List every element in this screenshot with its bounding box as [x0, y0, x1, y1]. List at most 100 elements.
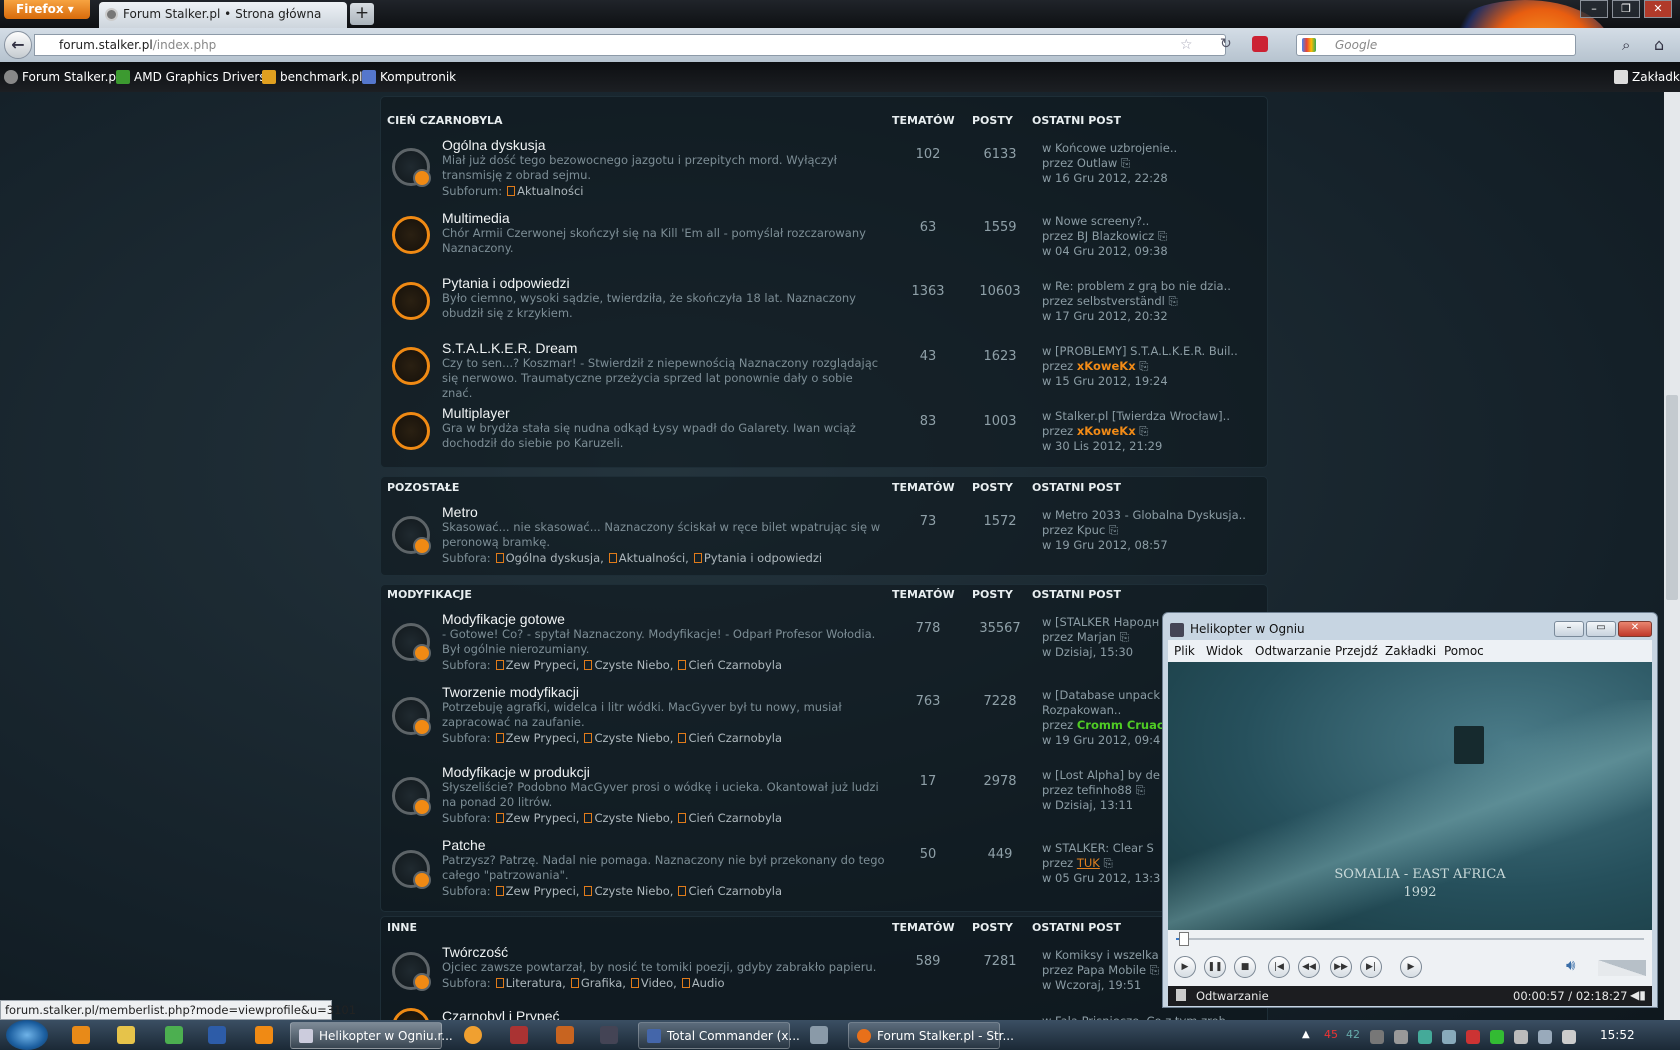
subforum-link[interactable]: Cień Czarnobyla [673, 731, 782, 745]
subforum-link[interactable]: Czyste Niebo, [579, 731, 673, 745]
bookmark-star-icon[interactable]: ☆ [1180, 37, 1193, 53]
utorrent-icon[interactable] [165, 1026, 183, 1044]
bookmark-forum-stalker[interactable]: Forum Stalker.pl [4, 70, 119, 84]
minimize-window-button[interactable]: – [1580, 0, 1608, 18]
steam-tray-icon[interactable] [1394, 1030, 1408, 1044]
last-post-title-link[interactable]: w Nowe screeny?.. [1042, 214, 1168, 229]
restore-window-button[interactable]: ❐ [1612, 0, 1640, 18]
forum-title-link[interactable]: Modyfikacje gotowe [442, 611, 565, 627]
last-post-title-link[interactable]: w Re: problem z grą bo nie dzia.. [1042, 279, 1231, 294]
forum-title-link[interactable]: Ogólna dyskusja [442, 137, 546, 153]
last-post-title-cont[interactable]: Rozpakowan.. [1042, 703, 1164, 718]
subforum-link[interactable]: Aktualności [502, 184, 583, 198]
subforum-link[interactable]: Czyste Niebo, [579, 811, 673, 825]
network-icon[interactable] [1538, 1030, 1552, 1044]
seek-bar[interactable] [1176, 938, 1644, 940]
subforum-link[interactable]: Aktualności, [604, 551, 689, 565]
view-post-icon[interactable]: ⎘ [1120, 630, 1129, 644]
stop-button[interactable]: ■ [1234, 956, 1256, 978]
last-post-user-link[interactable]: xKoweKx [1077, 424, 1136, 438]
taskbar-player-button[interactable]: Helikopter w Ogniu.r... [290, 1022, 453, 1049]
view-post-icon[interactable]: ⎘ [1169, 294, 1178, 308]
vlc-icon[interactable] [255, 1026, 273, 1044]
forward-button[interactable]: ▶▶ [1330, 956, 1352, 978]
view-post-icon[interactable]: ⎘ [1150, 963, 1159, 977]
subforum-link[interactable]: Cień Czarnobyla [673, 811, 782, 825]
last-post-title-link[interactable]: w Komiksy i wszelka [1042, 948, 1159, 963]
view-post-icon[interactable]: ⎘ [1139, 424, 1148, 438]
rewind-button[interactable]: ◀◀ [1298, 956, 1320, 978]
start-button[interactable] [6, 1020, 48, 1050]
forum-title-link[interactable]: Modyfikacje w produkcji [442, 764, 590, 780]
subforum-link[interactable]: Zew Prypeci, [491, 884, 580, 898]
last-post-title-link[interactable]: w [PROBLEMY] S.T.A.L.K.E.R. Buil.. [1042, 344, 1238, 359]
subforum-link[interactable]: Czyste Niebo, [579, 658, 673, 672]
view-post-icon[interactable]: ⎘ [1121, 156, 1130, 170]
close-window-button[interactable]: ✕ [1644, 0, 1672, 18]
menu-przejdz[interactable]: Przejdź [1335, 644, 1378, 658]
forum-title-link[interactable]: Tworzenie modyfikacji [442, 684, 579, 700]
menu-plik[interactable]: Plik [1174, 644, 1195, 658]
taskbar-totalcmd-button[interactable]: Total Commander (x... [638, 1022, 800, 1049]
tray-icon[interactable] [1442, 1030, 1456, 1044]
forum-title-link[interactable]: Multimedia [442, 210, 510, 226]
last-post-user-link[interactable]: Kpuc [1077, 523, 1105, 537]
forum-title-link[interactable]: Pytania i odpowiedzi [442, 275, 570, 291]
last-post-user-link[interactable]: tefinho88 [1077, 783, 1132, 797]
last-post-title-link[interactable]: w Końcowe uzbrojenie.. [1042, 141, 1177, 156]
volume-slider[interactable] [1598, 960, 1646, 976]
last-post-user-link[interactable]: TUK [1077, 856, 1100, 870]
subforum-link[interactable]: Literatura, [491, 976, 566, 990]
tray-icon[interactable] [1418, 1030, 1432, 1044]
player-maximize-button[interactable]: ▭ [1586, 621, 1616, 637]
subforum-link[interactable]: Ogólna dyskusja, [491, 551, 604, 565]
subforum-link[interactable]: Zew Prypeci, [491, 731, 580, 745]
volume-tray-icon[interactable] [1562, 1030, 1576, 1044]
subforum-link[interactable]: Cień Czarnobyla [673, 884, 782, 898]
last-post-user-link[interactable]: selbstverständl [1077, 294, 1165, 308]
subforum-link[interactable]: Audio [677, 976, 725, 990]
back-button[interactable]: ← [4, 31, 32, 59]
search-icon[interactable]: ⌕ [1622, 36, 1630, 54]
download-icon[interactable] [1252, 36, 1268, 52]
subforum-link[interactable]: Cień Czarnobyla [673, 658, 782, 672]
tray-icon[interactable] [1370, 1030, 1384, 1044]
tray-icon[interactable] [1466, 1030, 1480, 1044]
last-post-title-link[interactable]: w Stalker.pl [Twierdza Wrocław].. [1042, 409, 1230, 424]
bookmarks-menu-button[interactable]: Zakładki [1614, 70, 1680, 84]
menu-zakladki[interactable]: Zakładki [1385, 644, 1436, 658]
last-post-user-link[interactable]: Cromm Cruac [1077, 718, 1164, 732]
subforum-link[interactable]: Zew Prypeci, [491, 811, 580, 825]
last-post-user-link[interactable]: Marjan [1077, 630, 1116, 644]
last-post-title-link[interactable]: w STALKER: Clear S [1042, 841, 1160, 856]
calc-icon[interactable] [510, 1026, 528, 1044]
last-post-user-link[interactable]: xKoweKx [1077, 359, 1136, 373]
player-close-button[interactable]: ✕ [1618, 621, 1652, 637]
menu-widok[interactable]: Widok [1206, 644, 1243, 658]
view-post-icon[interactable]: ⎘ [1109, 523, 1118, 537]
explorer-icon[interactable] [117, 1026, 135, 1044]
last-post-title-link[interactable]: w [STALKER Народн [1042, 615, 1159, 630]
url-bar[interactable]: forum.stalker.pl/index.php [34, 34, 1226, 56]
menu-odtwarzanie[interactable]: Odtwarzanie [1255, 644, 1331, 658]
last-post-user-link[interactable]: Outlaw [1077, 156, 1118, 170]
pause-button[interactable]: ❚❚ [1204, 956, 1226, 978]
steam-icon[interactable] [600, 1026, 618, 1044]
bookmark-benchmark[interactable]: benchmark.pl [262, 70, 363, 84]
home-icon[interactable]: ⌂ [1654, 35, 1664, 54]
view-post-icon[interactable]: ⎘ [1136, 783, 1145, 797]
subforum-link[interactable]: Grafika, [566, 976, 626, 990]
search-input[interactable]: Google [1296, 34, 1576, 56]
media-icon[interactable] [72, 1026, 90, 1044]
last-post-user-link[interactable]: BJ Blazkowicz [1077, 229, 1154, 243]
chat-icon[interactable] [464, 1026, 482, 1044]
last-post-user-link[interactable]: Papa Mobile [1077, 963, 1146, 977]
app-icon[interactable] [556, 1026, 574, 1044]
subforum-link[interactable]: Czyste Niebo, [579, 884, 673, 898]
last-post-title-link[interactable]: w [Database unpack [1042, 688, 1164, 703]
subforum-link[interactable]: Pytania i odpowiedzi [689, 551, 822, 565]
forum-title-link[interactable]: Twórczość [442, 944, 508, 960]
last-post-title-link[interactable]: w [Lost Alpha] by de [1042, 768, 1160, 783]
view-post-icon[interactable]: ⎘ [1158, 229, 1167, 243]
clock[interactable]: 15:52 [1600, 1028, 1635, 1042]
